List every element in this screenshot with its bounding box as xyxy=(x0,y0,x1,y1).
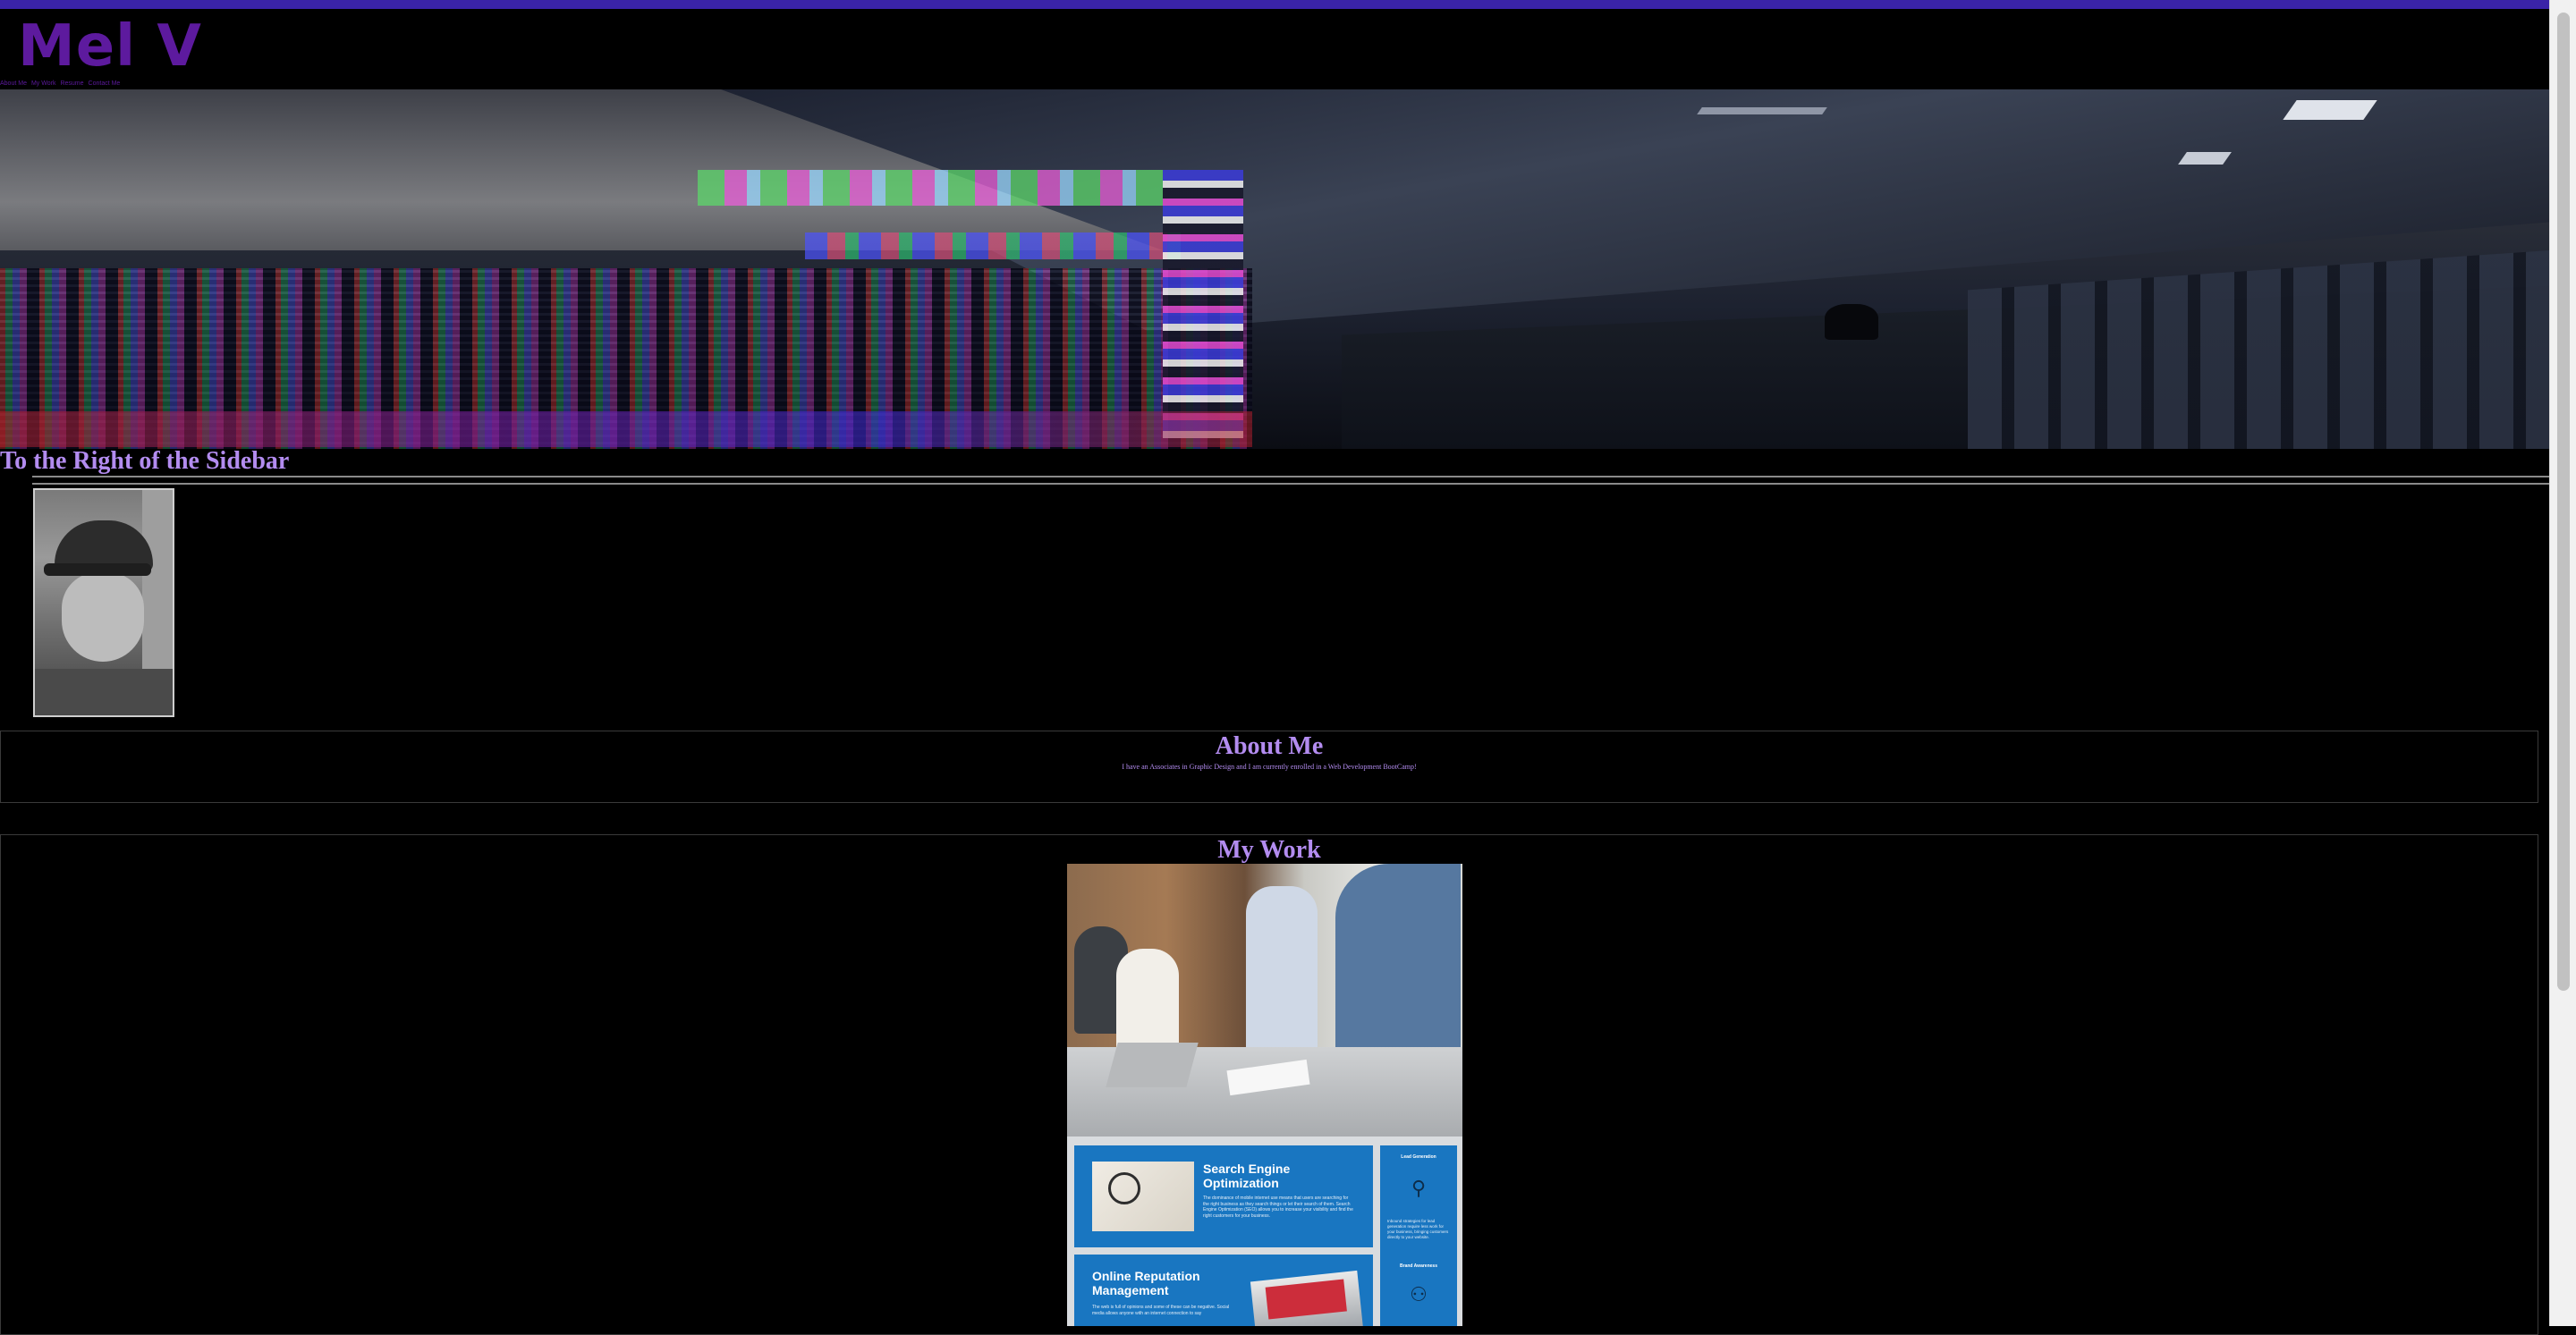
seo-text: The dominance of mobile internet use mea… xyxy=(1203,1196,1353,1219)
orm-panel: Online Reputation Management The web is … xyxy=(1074,1255,1373,1326)
avatar-cap-brim xyxy=(44,563,151,576)
photo-person xyxy=(1246,886,1318,1065)
profile-photo xyxy=(33,488,174,717)
hero-glitch-band xyxy=(698,170,1163,206)
orm-laptop-image xyxy=(1250,1270,1364,1326)
about-text: I have an Associates in Graphic Design a… xyxy=(1122,763,1417,771)
orm-title: Online Reputation Management xyxy=(1092,1269,1200,1297)
sidebar-heading: To the Right of the Sidebar xyxy=(0,447,290,475)
lead-generation-text: Inbound strategies for lead generation r… xyxy=(1387,1219,1449,1239)
nav-link-about[interactable]: About Me xyxy=(0,80,27,87)
site-logo[interactable]: Mel V xyxy=(18,13,202,80)
work-project-card[interactable]: Search Engine Optimization The dominance… xyxy=(1067,864,1462,1326)
lead-generation-icon: ⚲ xyxy=(1411,1177,1427,1199)
benefits-sidebar: Lead Generation ⚲ Inbound strategies for… xyxy=(1380,1145,1457,1326)
orm-text: The web is full of opinions and some of … xyxy=(1092,1305,1230,1316)
lead-generation-title: Lead Generation xyxy=(1401,1154,1436,1160)
project-team-photo xyxy=(1067,864,1462,1136)
hero-figure-silhouette xyxy=(1825,304,1878,340)
main-nav: About Me My Work Resume Contact Me xyxy=(0,80,120,87)
hero-server-racks xyxy=(1968,250,2549,449)
brand-awareness-title: Brand Awareness xyxy=(1400,1263,1437,1269)
hero-ceiling-light xyxy=(2178,152,2232,165)
hero-banner-image xyxy=(0,89,2549,449)
seo-thumbnail xyxy=(1092,1162,1194,1231)
brand-awareness-icon: ⚇ xyxy=(1410,1283,1428,1305)
seo-panel: Search Engine Optimization The dominance… xyxy=(1074,1145,1373,1247)
nav-link-work[interactable]: My Work xyxy=(31,80,55,87)
hero-ceiling-light xyxy=(1697,107,1827,114)
about-heading: About Me xyxy=(1215,732,1324,760)
hero-ceiling-light xyxy=(2283,100,2377,120)
top-accent-bar xyxy=(0,0,2576,9)
hero-glitch-band xyxy=(805,232,1181,259)
seo-title: Search Engine Optimization xyxy=(1203,1162,1291,1190)
nav-link-contact[interactable]: Contact Me xyxy=(89,80,121,87)
avatar-shirt xyxy=(35,669,173,715)
work-heading: My Work xyxy=(1217,836,1321,864)
avatar-face xyxy=(62,572,144,662)
hero-glitch-band xyxy=(0,411,1252,447)
nav-link-resume[interactable]: Resume xyxy=(60,80,83,87)
scrollbar-thumb[interactable] xyxy=(2557,13,2570,991)
sidebar-divider xyxy=(32,476,2549,485)
photo-laptop xyxy=(1106,1043,1199,1087)
page-scrollbar[interactable] xyxy=(2549,0,2576,1326)
hero-glitch-column xyxy=(1163,170,1243,438)
about-section: About Me I have an Associates in Graphic… xyxy=(0,731,2538,803)
